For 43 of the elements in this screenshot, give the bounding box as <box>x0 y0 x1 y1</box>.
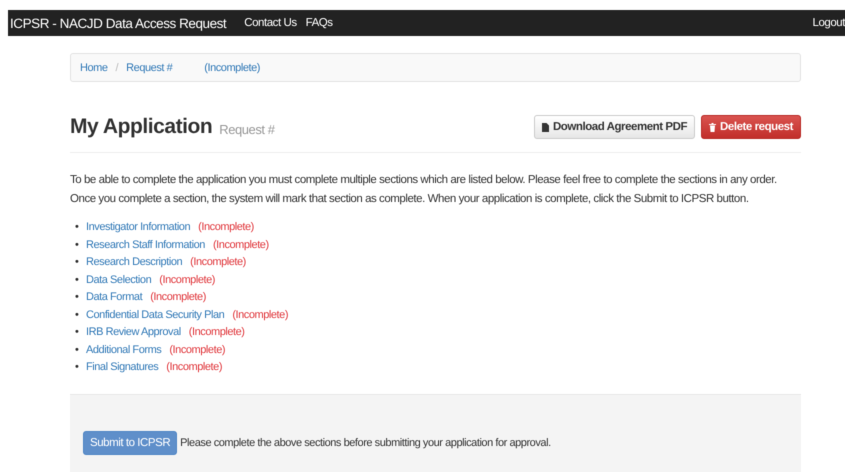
breadcrumb-link[interactable]: Home <box>80 62 108 74</box>
section-link[interactable]: Research Description <box>86 254 182 272</box>
section-link[interactable]: IRB Review Approval <box>86 324 181 342</box>
status-label: (Incomplete) <box>212 238 269 252</box>
bullet: • <box>75 325 80 340</box>
download-button[interactable]: Download Agreement PDF <box>534 115 696 139</box>
breadcrumb-link[interactable]: Request # <box>126 62 172 74</box>
bullet: • <box>75 238 80 252</box>
nav-link[interactable]: Contact Us <box>244 17 297 29</box>
bullet: • <box>75 342 80 358</box>
breadcrumb-separator: / <box>116 62 118 74</box>
bullet: • <box>75 290 80 305</box>
section-link[interactable]: Final Signatures <box>86 359 158 376</box>
bullet: • <box>75 255 80 270</box>
section-link[interactable]: Data Selection <box>86 272 152 289</box>
submit-note: Please complete the above sections before submitting your application for approval. <box>180 437 551 449</box>
status-label: (Incomplete) <box>159 272 215 288</box>
section-link[interactable]: Additional Forms <box>86 342 162 359</box>
status-label: (Incomplete) <box>190 255 246 270</box>
status-label: (Incomplete) <box>198 220 254 235</box>
bullet: • <box>75 360 80 375</box>
delete-button[interactable]: Delete request <box>701 115 801 139</box>
brand-link[interactable]: ICPSR - NACJD Data Access Request <box>10 16 226 30</box>
section-link[interactable]: Research Staff Information <box>86 236 205 254</box>
page-subtitle: Request # <box>219 122 274 137</box>
breadcrumb-status: (Incomplete) <box>204 62 260 74</box>
section-link[interactable]: Investigator Information <box>86 219 190 236</box>
section-link[interactable]: Confidential Data Security Plan <box>86 306 224 324</box>
status-label: (Incomplete) <box>232 308 288 322</box>
bullet: • <box>75 272 80 288</box>
trash-icon <box>709 122 716 132</box>
bullet: • <box>75 308 80 322</box>
nav-link[interactable]: FAQs <box>306 17 333 29</box>
bullet: • <box>75 220 80 235</box>
instructions-text: To be able to complete the application you must complete multiple sections which are listed below. Please feel free to complete the sections in any order. Once you complete a section, the system will mark that section as complete. When your application is complete, click the Submit to ICPSR button. <box>70 173 778 207</box>
file-icon <box>542 122 549 132</box>
page-title: My Application <box>70 115 212 139</box>
logout-link[interactable]: Logout <box>812 17 845 29</box>
status-label: (Incomplete) <box>166 360 222 375</box>
status-label: (Incomplete) <box>188 325 245 340</box>
section-link[interactable]: Data Format <box>86 289 142 306</box>
status-label: (Incomplete) <box>150 290 206 305</box>
status-label: (Incomplete) <box>169 342 226 358</box>
